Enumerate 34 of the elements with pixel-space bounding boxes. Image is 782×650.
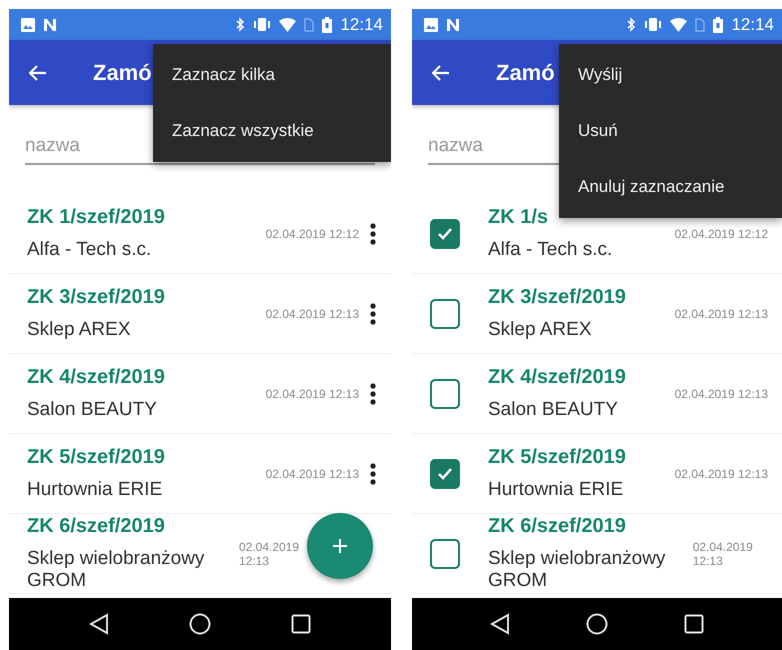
order-number: ZK 1/s — [488, 206, 550, 229]
order-date: 02.04.2019 12:13 — [238, 540, 300, 568]
order-number: ZK 6/szef/2019 — [27, 515, 166, 538]
order-date: 02.04.2019 12:13 — [692, 540, 754, 568]
customer-name: Alfa - Tech s.c. — [488, 239, 612, 261]
order-number: ZK 6/szef/2019 — [488, 515, 627, 538]
customer-name: Sklep wielobranżowy GROM — [488, 548, 666, 592]
customer-name: Salon BEAUTY — [488, 399, 619, 421]
customer-name: Sklep AREX — [27, 319, 132, 341]
order-date: 02.04.2019 12:12 — [674, 226, 768, 240]
status-time: 12:14 — [340, 14, 383, 34]
customer-name: Salon BEAUTY — [27, 399, 158, 421]
customer-name: Sklep wielobranżowy GROM — [27, 548, 206, 592]
customer-name: Sklep AREX — [488, 319, 592, 341]
order-number: ZK 5/szef/2019 — [27, 446, 165, 469]
order-number: ZK 3/szef/2019 — [27, 286, 165, 309]
order-number: ZK 1/szef/2019 — [27, 206, 165, 229]
order-number: ZK 4/szef/2019 — [27, 366, 165, 389]
order-date: 02.04.2019 12:12 — [266, 226, 359, 240]
order-date: 02.04.2019 12:13 — [266, 466, 359, 480]
order-date: 02.04.2019 12:13 — [674, 306, 768, 320]
screen-title: Zamó — [93, 60, 152, 86]
order-number: ZK 4/szef/2019 — [488, 366, 626, 389]
order-date: 02.04.2019 12:13 — [266, 386, 359, 400]
order-date: 02.04.2019 12:13 — [674, 386, 768, 400]
screen-title: Zamó — [496, 60, 555, 86]
customer-name: Alfa - Tech s.c. — [27, 239, 152, 261]
order-date: 02.04.2019 12:13 — [266, 306, 359, 320]
order-number: ZK 5/szef/2019 — [488, 446, 626, 469]
order-date: 02.04.2019 12:13 — [674, 466, 768, 480]
status-time: 12:14 — [731, 14, 774, 34]
customer-name: Hurtownia ERIE — [488, 479, 624, 501]
order-number: ZK 3/szef/2019 — [488, 286, 626, 309]
customer-name: Hurtownia ERIE — [27, 479, 164, 501]
